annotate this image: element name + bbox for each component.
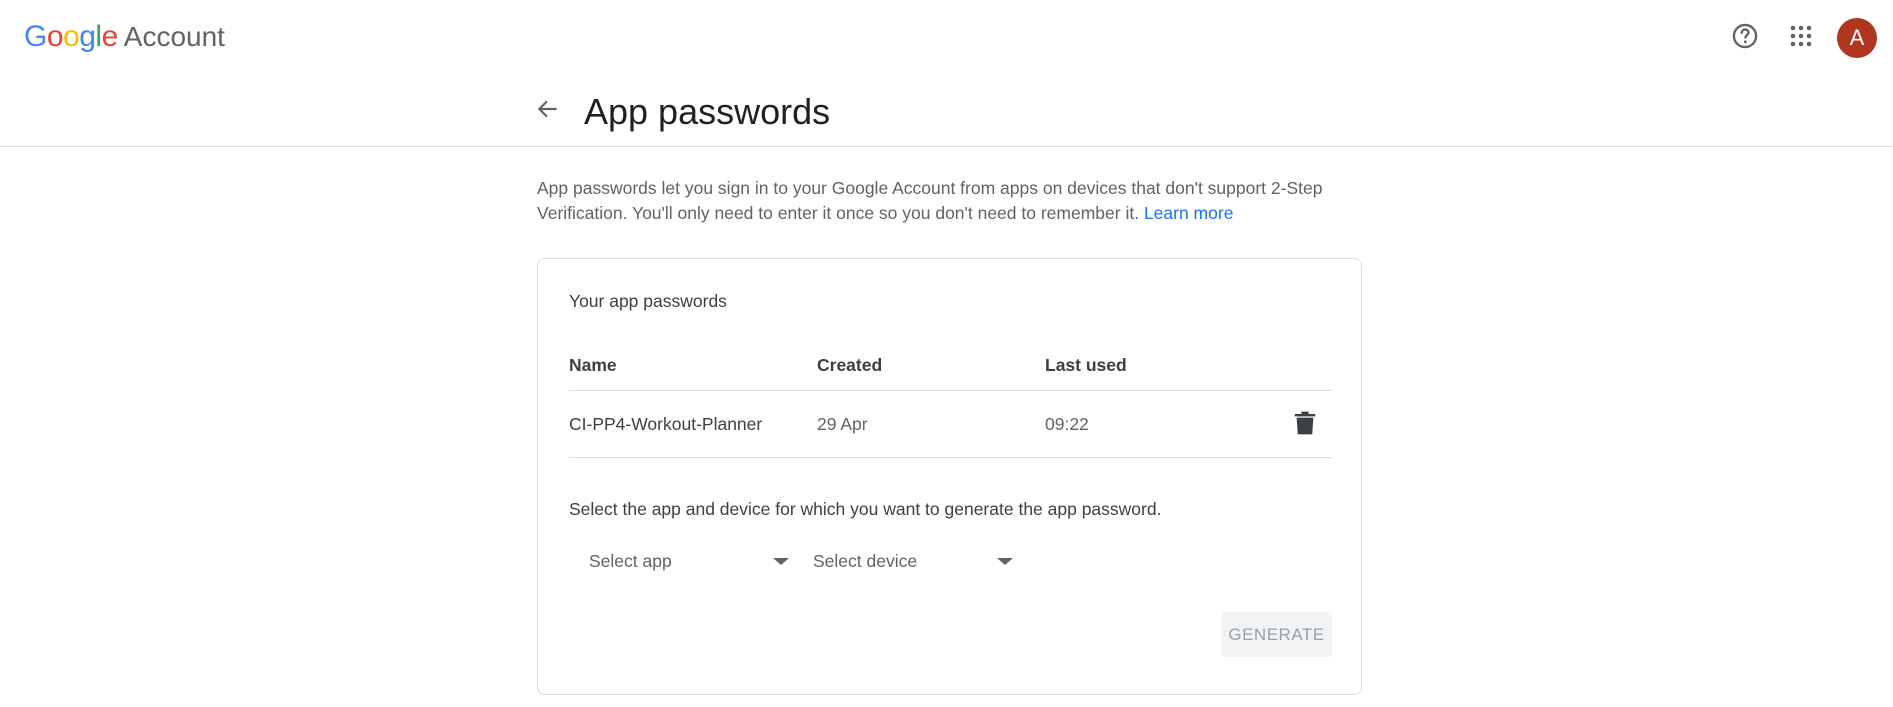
column-header-created: Created (817, 355, 883, 375)
app-passwords-card: Your app passwords Name Created Last use… (537, 258, 1362, 695)
select-device-value: Select device (813, 550, 918, 571)
select-app-value: Select app (589, 550, 672, 571)
google-account-logo[interactable]: Google Account (24, 20, 225, 56)
table-row: CI-PP4-Workout-Planner 29 Apr 09:22 (569, 392, 1332, 458)
arrow-back-icon (535, 96, 561, 127)
select-instructions: Select the app and device for which you … (569, 499, 1162, 519)
app-password-name: CI-PP4-Workout-Planner (569, 414, 763, 434)
page-header: App passwords (0, 76, 1893, 147)
column-header-name: Name (569, 355, 617, 375)
apps-button[interactable] (1781, 18, 1821, 58)
back-button[interactable] (528, 91, 568, 131)
page-description: App passwords let you sign in to your Go… (537, 176, 1357, 226)
column-header-last-used: Last used (1045, 355, 1127, 375)
dropdown-arrow-icon (997, 557, 1013, 565)
app-password-created: 29 Apr (817, 414, 868, 434)
top-icons: A (1725, 18, 1877, 58)
trash-icon (1294, 411, 1316, 440)
brand-letter: g (79, 20, 96, 53)
learn-more-link[interactable]: Learn more (1144, 203, 1234, 223)
card-title: Your app passwords (569, 291, 727, 311)
help-circle-icon (1731, 22, 1759, 55)
table-header: Name Created Last used (569, 355, 1332, 391)
apps-grid-icon (1789, 24, 1813, 53)
brand-letter: e (101, 20, 119, 53)
google-wordmark: Google (24, 20, 118, 54)
top-bar: Google Account A (0, 0, 1893, 76)
select-app-dropdown[interactable]: Select app (569, 541, 789, 581)
brand-letter: o (46, 20, 64, 53)
brand-letter: o (63, 20, 80, 53)
generate-button[interactable]: GENERATE (1221, 612, 1332, 657)
avatar[interactable]: A (1837, 18, 1877, 58)
brand-letter: G (24, 20, 47, 53)
page-title: App passwords (584, 91, 831, 132)
dropdown-arrow-icon (773, 557, 789, 565)
app-password-last-used: 09:22 (1045, 414, 1089, 434)
brand-account-label: Account (123, 21, 225, 52)
select-device-dropdown[interactable]: Select device (793, 541, 1013, 581)
delete-app-password-button[interactable] (1285, 405, 1325, 445)
help-button[interactable] (1725, 18, 1765, 58)
